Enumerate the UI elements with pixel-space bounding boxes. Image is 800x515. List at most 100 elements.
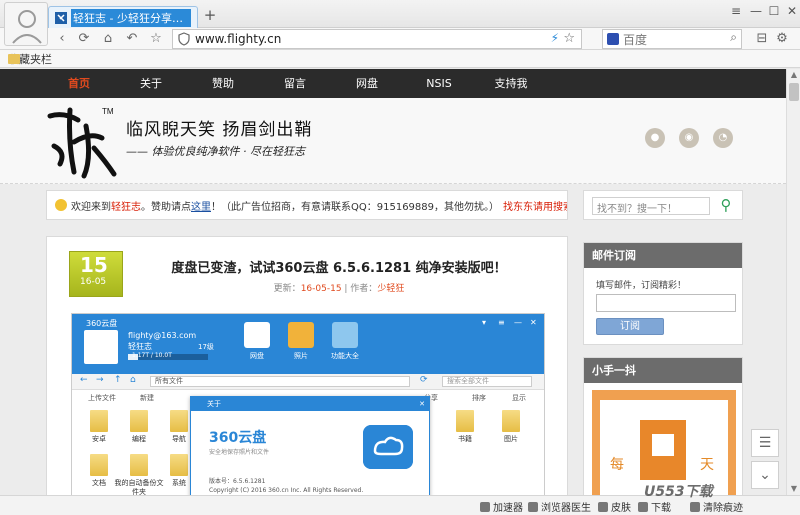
- nav-about[interactable]: 关于: [116, 69, 186, 98]
- notice-text: 。赞助请点: [141, 201, 191, 213]
- sidebar-search-input[interactable]: 找不到？搜一下！: [592, 197, 710, 215]
- address-bar[interactable]: www.flighty.cn ⚡ ☆: [172, 29, 582, 49]
- yunpan-nickname: 轻狂志: [128, 342, 152, 351]
- web-page: 首页 关于 赞助 留言 网盘 NSIS 支持我 TM 临风睨天笑 扬眉剑出鞘 —…: [0, 69, 786, 495]
- about-product-name: 360云盘: [209, 430, 267, 446]
- yunpan-close-icon: ✕: [530, 318, 537, 327]
- weibo-icon[interactable]: ◉: [679, 128, 699, 148]
- search-box[interactable]: 百度 ⌕: [602, 29, 742, 49]
- new-tab-button[interactable]: +: [202, 7, 218, 23]
- yunpan-refresh-icon: ⟳: [420, 375, 428, 385]
- post-day: 15: [80, 253, 108, 277]
- favorite-star-icon[interactable]: ☆: [148, 31, 164, 47]
- user-avatar[interactable]: [4, 2, 48, 46]
- about-version-block: 版本号：6.5.6.1281 Copyright (C) 2016 360.cn…: [209, 477, 363, 495]
- nav-guestbook[interactable]: 留言: [260, 69, 330, 98]
- post-title[interactable]: 度盘已变渣，试试360云盘 6.5.6.1281 纯净安装版吧！: [139, 257, 539, 276]
- tool-label: 网盘: [250, 352, 264, 360]
- status-label: 浏览器医生: [541, 503, 591, 514]
- clear-traces-button[interactable]: 清除痕迹: [690, 499, 743, 514]
- folder-label: 图片: [504, 435, 518, 443]
- folder-label: 书籍: [458, 435, 472, 443]
- yunpan-view: 显示: [512, 394, 526, 402]
- back-icon[interactable]: ‹: [54, 31, 70, 47]
- yunpan-tool-photos: 照片: [284, 322, 318, 366]
- yunpan-usage: 1.17T / 10.0T: [132, 352, 172, 359]
- folder-label: 文档: [92, 479, 106, 487]
- post-date: 16-05-15: [300, 284, 342, 294]
- nav-netdisk[interactable]: 网盘: [332, 69, 402, 98]
- yunpan-avatar: [84, 330, 118, 364]
- accelerator-button[interactable]: 加速器: [480, 499, 523, 514]
- qq-icon[interactable]: ●: [645, 128, 665, 148]
- maximize-icon[interactable]: ☐: [766, 4, 782, 18]
- tab-bar: 轻狂志 - 少轻狂分享优质软件 + ≡ — ☐ ✕: [0, 0, 800, 46]
- float-list-icon[interactable]: ☰: [751, 429, 779, 457]
- scroll-up-icon[interactable]: ▲: [787, 69, 800, 81]
- folder-icon: [130, 454, 148, 476]
- download-button[interactable]: 下载: [638, 499, 671, 514]
- folder-icon: [502, 410, 520, 432]
- site-header: TM 临风睨天笑 扬眉剑出鞘 —— 体验优良纯净软件 · 尽在轻狂志 ● ◉ ◔: [0, 98, 786, 184]
- mail-widget-tip: 填写邮件，订阅精彩！: [596, 281, 687, 291]
- active-tab[interactable]: 轻狂志 - 少轻狂分享优质软件: [48, 6, 198, 28]
- sidebar-search-icon[interactable]: ⚲: [716, 195, 736, 215]
- yunpan-tool-all: 功能大全: [328, 322, 362, 366]
- refresh-icon[interactable]: ⟳: [76, 31, 92, 47]
- folder-icon: [8, 53, 20, 64]
- yunpan-header: 360云盘 flighty@163.com 轻狂志 17级 1.17T / 10…: [72, 314, 544, 374]
- skin-icon: [598, 502, 608, 512]
- search-engine-icon[interactable]: [607, 33, 619, 45]
- yunpan-tool-disk: 网盘: [240, 322, 274, 366]
- post-meta: 更新：16-05-15 | 作者：少轻狂: [139, 281, 539, 294]
- yunpan-up-icon: ↑: [114, 375, 122, 385]
- about-copyright: Copyright (C) 2016 360.cn Inc. All Right…: [209, 487, 364, 494]
- close-window-icon[interactable]: ✕: [784, 4, 800, 18]
- email-field[interactable]: [596, 294, 736, 312]
- scroll-down-icon[interactable]: ▼: [787, 483, 800, 495]
- yunpan-back-icon: ←: [80, 375, 88, 385]
- skin-button[interactable]: 皮肤: [598, 499, 631, 514]
- menu-icon[interactable]: ≡: [728, 4, 744, 18]
- yunpan-home-icon: ⌂: [130, 375, 136, 385]
- page-scrollbar[interactable]: ▲ ▼: [786, 69, 800, 495]
- post-author[interactable]: 少轻狂: [377, 284, 404, 294]
- post-screenshot: 360云盘 flighty@163.com 轻狂志 17级 1.17T / 10…: [71, 313, 545, 495]
- notice-text: 欢迎来到: [71, 201, 111, 213]
- subscribe-button[interactable]: 订阅: [596, 318, 664, 335]
- minimize-icon[interactable]: —: [748, 4, 764, 18]
- nav-home[interactable]: 首页: [44, 69, 114, 98]
- search-icon[interactable]: ⌕: [730, 30, 737, 45]
- folder-label: 安卓: [92, 435, 106, 443]
- yunpan-new: 新建: [140, 394, 154, 402]
- float-down-icon[interactable]: ⌄: [751, 461, 779, 489]
- scroll-thumb[interactable]: [789, 83, 799, 101]
- nav-nsis[interactable]: NSIS: [404, 69, 474, 98]
- settings-gear-icon[interactable]: ⚙: [774, 31, 790, 47]
- security-shield-icon: [178, 32, 190, 46]
- tools-icon[interactable]: ⊟: [754, 31, 770, 47]
- browser-doctor-button[interactable]: 浏览器医生: [528, 499, 591, 514]
- video-thumbnail[interactable]: 每 天: [592, 390, 736, 495]
- notice-site-name: 轻狂志: [111, 201, 141, 213]
- home-icon[interactable]: ⌂: [100, 31, 116, 47]
- about-dialog-title: 关于: [207, 400, 221, 408]
- nav-sponsor[interactable]: 赞助: [188, 69, 258, 98]
- rss-icon[interactable]: ◔: [713, 128, 733, 148]
- nav-support[interactable]: 支持我: [476, 69, 546, 98]
- search-cta-text: 找东东请用搜索====>>: [503, 201, 567, 213]
- site-logo[interactable]: TM: [44, 102, 120, 180]
- yunpan-email: flighty@163.com: [128, 331, 197, 340]
- video-widget: 小手一抖 每 天: [583, 357, 743, 495]
- post-date-badge: 15 16-05: [69, 251, 123, 297]
- undo-close-icon[interactable]: ↶: [124, 31, 140, 47]
- sponsor-link[interactable]: 这里: [191, 198, 211, 213]
- speed-mode-icon[interactable]: ⚡: [551, 31, 559, 45]
- bookmark-star-icon[interactable]: ☆: [563, 31, 575, 46]
- site-nav: 首页 关于 赞助 留言 网盘 NSIS 支持我: [0, 69, 786, 98]
- yunpan-upload: 上传文件: [88, 394, 116, 402]
- url-text: www.flighty.cn: [195, 32, 282, 46]
- yunpan-address-row: ← → ↑ ⌂ 所有文件 ⟳ 搜索全部文件: [72, 374, 544, 390]
- navigation-bar: ‹ ⟳ ⌂ ↶ ☆ www.flighty.cn ⚡ ☆ 百度 ⌕ ⊟ ⚙: [0, 28, 800, 50]
- yunpan-path: 所有文件: [150, 376, 410, 387]
